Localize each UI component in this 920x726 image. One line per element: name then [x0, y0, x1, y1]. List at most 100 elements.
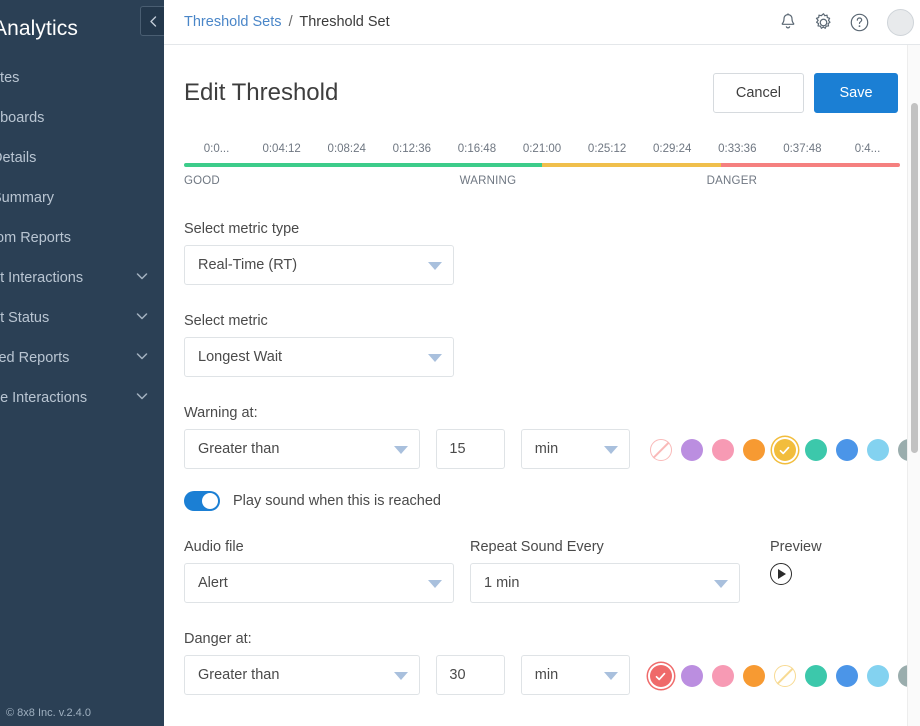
- page-actions: Cancel Save: [712, 73, 898, 113]
- gear-icon[interactable]: [813, 12, 834, 33]
- breadcrumb-link-threshold-sets[interactable]: Threshold Sets: [184, 14, 282, 30]
- page-content: Edit Threshold Cancel Save 0:0... 0:04:12…: [164, 45, 920, 726]
- chevron-down-icon: [134, 268, 150, 288]
- danger-swatch-amber[interactable]: [773, 665, 796, 687]
- danger-swatch-purple[interactable]: [680, 665, 703, 687]
- chevron-down-icon: [134, 348, 150, 368]
- chevron-down-icon: [134, 388, 150, 408]
- warning-unit-select[interactable]: min: [520, 429, 630, 469]
- timeline-tick-5: 0:21:00: [522, 143, 562, 155]
- repeat-sound-select[interactable]: 1 min: [470, 563, 740, 603]
- warning-swatch-purple[interactable]: [680, 439, 703, 461]
- timeline-tick-7: 0:29:24: [653, 143, 692, 155]
- help-icon[interactable]: [849, 12, 870, 33]
- sidebar-item-3[interactable]: Summary: [0, 178, 164, 218]
- warning-swatch-red[interactable]: [649, 439, 672, 461]
- preview-label: Preview: [770, 539, 822, 555]
- timeline-segment-good: [184, 163, 542, 167]
- warning-value-input[interactable]: 15: [436, 429, 505, 469]
- danger-value-input[interactable]: 30: [436, 655, 505, 695]
- danger-swatch-orange[interactable]: [742, 665, 765, 687]
- cancel-button[interactable]: Cancel: [712, 73, 804, 113]
- warning-condition-value: Greater than: [198, 441, 280, 457]
- danger-condition-value: Greater than: [198, 667, 280, 683]
- sidebar-item-label: rites: [0, 70, 20, 86]
- scrollbar-thumb[interactable]: [911, 103, 918, 453]
- danger-swatch-pink[interactable]: [711, 665, 734, 687]
- warning-swatch-orange[interactable]: [742, 439, 765, 461]
- audio-file-select[interactable]: Alert: [184, 563, 454, 603]
- danger-swatch-blue[interactable]: [835, 665, 858, 687]
- chevron-down-icon: [603, 672, 618, 680]
- top-bar: Threshold Sets / Threshold Set: [164, 0, 920, 45]
- timeline-tick-9: 0:37:48: [783, 143, 822, 155]
- audio-row: Audio file Alert Repeat Sound Every 1 mi…: [184, 539, 920, 603]
- preview-play-button[interactable]: [770, 563, 792, 585]
- toggle-knob: [202, 493, 218, 509]
- sidebar-collapse-button[interactable]: [140, 6, 164, 36]
- timeline-tick-8: 0:33:36: [718, 143, 757, 155]
- sidebar-item-label: Summary: [0, 190, 55, 206]
- breadcrumb-current: Threshold Set: [299, 14, 390, 30]
- warning-swatch-teal[interactable]: [804, 439, 827, 461]
- sidebar-item-8[interactable]: ue Interactions: [0, 378, 164, 418]
- repeat-sound-label: Repeat Sound Every: [470, 539, 604, 555]
- metric-select[interactable]: Longest Wait: [184, 337, 454, 377]
- warning-swatch-amber[interactable]: [773, 439, 796, 461]
- breadcrumb: Threshold Sets / Threshold Set: [184, 14, 390, 30]
- danger-value-text: 30: [449, 667, 466, 683]
- save-button[interactable]: Save: [814, 73, 898, 113]
- metric-type-select[interactable]: Real-Time (RT): [184, 245, 454, 285]
- timeline-tick-labels: 0:0... 0:04:12 0:08:24 0:12:36 0:16:48 0:21:0…: [184, 143, 900, 159]
- threshold-timeline: 0:0... 0:04:12 0:08:24 0:12:36 0:16:48 0:21:0…: [184, 143, 920, 193]
- danger-swatch-teal[interactable]: [804, 665, 827, 687]
- timeline-zone-label-danger: DANGER: [706, 175, 758, 187]
- warning-swatch-sky[interactable]: [866, 439, 889, 461]
- audio-group: Audio file Alert Repeat Sound Every 1 mi…: [184, 539, 920, 603]
- repeat-sound-field: Repeat Sound Every 1 min: [470, 539, 740, 603]
- danger-condition-select[interactable]: Greater than: [184, 655, 421, 695]
- danger-group: Danger at: Greater than 30 min: [184, 631, 920, 695]
- danger-swatch-red[interactable]: [649, 665, 672, 687]
- danger-color-swatches: [649, 665, 920, 687]
- breadcrumb-separator: /: [288, 14, 293, 30]
- sidebar-item-7[interactable]: iled Reports: [0, 338, 164, 378]
- vertical-scrollbar[interactable]: [907, 45, 920, 726]
- sidebar-item-label: nt Status: [0, 310, 50, 326]
- timeline-tick-1: 0:04:12: [262, 143, 301, 155]
- warning-value-text: 15: [449, 441, 466, 457]
- audio-file-value: Alert: [198, 575, 228, 591]
- warning-condition-select[interactable]: Greater than: [184, 429, 421, 469]
- timeline-tick-3: 0:12:36: [392, 143, 432, 155]
- danger-unit-select[interactable]: min: [520, 655, 630, 695]
- sidebar-item-5[interactable]: nt Interactions: [0, 258, 164, 298]
- danger-swatch-sky[interactable]: [866, 665, 889, 687]
- bell-icon[interactable]: [778, 12, 798, 32]
- sidebar-item-0[interactable]: rites: [0, 58, 164, 98]
- sidebar-footer-copyright: © 8x8 Inc. v.2.4.0: [6, 707, 91, 719]
- sidebar-item-4[interactable]: tom Reports: [0, 218, 164, 258]
- sidebar-item-1[interactable]: hboards: [0, 98, 164, 138]
- preview-field: Preview: [770, 539, 822, 594]
- timeline-tick-6: 0:25:12: [587, 143, 627, 155]
- chevron-down-icon: [394, 446, 409, 454]
- sidebar-item-2[interactable]: Details: [0, 138, 164, 178]
- timeline-zone-labels: GOOD WARNING DANGER: [184, 175, 900, 193]
- warning-swatch-blue[interactable]: [835, 439, 858, 461]
- chevron-down-icon: [603, 446, 618, 454]
- page-header: Edit Threshold Cancel Save: [184, 45, 920, 113]
- metric-type-label: Select metric type: [184, 221, 300, 237]
- warning-row: Greater than 15 min: [184, 429, 920, 469]
- play-sound-toggle[interactable]: [184, 491, 220, 511]
- warning-group: Warning at: Greater than 15 min Play sou…: [184, 405, 920, 511]
- warning-swatch-pink[interactable]: [711, 439, 734, 461]
- danger-label: Danger at:: [184, 631, 252, 647]
- sidebar-item-6[interactable]: nt Status: [0, 298, 164, 338]
- avatar[interactable]: [887, 8, 914, 36]
- sidebar-item-label: hboards: [0, 110, 45, 126]
- chevron-down-icon: [428, 580, 442, 588]
- timeline-zone-label-good: GOOD: [184, 175, 220, 187]
- sidebar-item-label: ue Interactions: [0, 390, 88, 406]
- chevron-down-icon: [134, 308, 150, 328]
- repeat-sound-value: 1 min: [484, 575, 520, 591]
